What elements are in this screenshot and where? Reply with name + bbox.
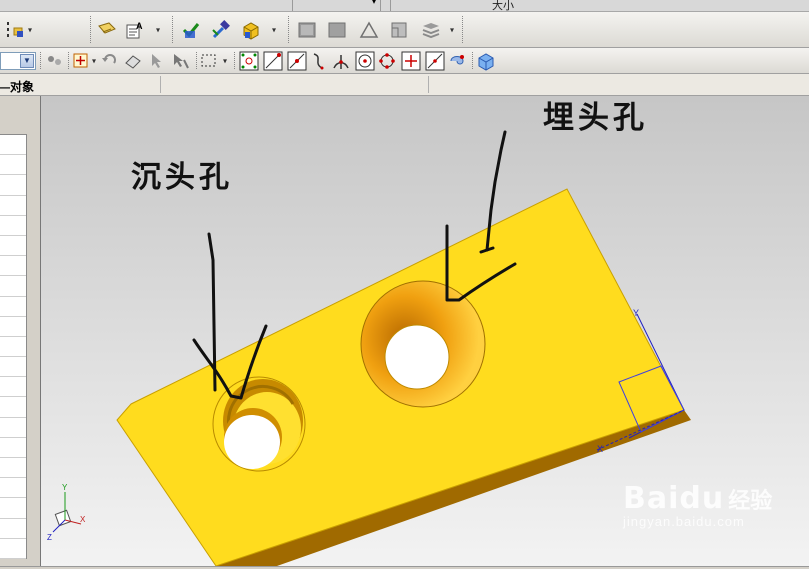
type-filter-select[interactable]: ▼ bbox=[0, 52, 36, 70]
tangent-icon[interactable] bbox=[424, 50, 446, 72]
note-icon[interactable] bbox=[96, 19, 118, 41]
chevron-down-icon[interactable]: ▾ bbox=[28, 25, 32, 34]
line-point-icon[interactable] bbox=[286, 50, 308, 72]
hidden-line-icon[interactable] bbox=[388, 19, 410, 41]
intersection-icon[interactable] bbox=[330, 50, 352, 72]
list-item[interactable] bbox=[0, 236, 26, 257]
svg-text:Y: Y bbox=[633, 308, 639, 318]
list-item[interactable] bbox=[0, 175, 26, 196]
chevron-down-icon[interactable]: ▾ bbox=[156, 25, 160, 34]
list-item[interactable] bbox=[0, 216, 26, 236]
triangle-icon[interactable] bbox=[358, 19, 380, 41]
cross-icon[interactable] bbox=[400, 50, 422, 72]
hammer-icon[interactable] bbox=[210, 19, 232, 41]
svg-text:Z: Z bbox=[47, 533, 52, 542]
select-filter-icon[interactable] bbox=[44, 50, 66, 72]
undo-icon[interactable] bbox=[98, 50, 120, 72]
selection-label: —对象 bbox=[0, 80, 35, 94]
baidu-watermark: Baidu 经验 jingyan.baidu.com bbox=[623, 481, 803, 551]
baidu-brand: 经验 bbox=[728, 488, 773, 513]
toolbar-separator bbox=[472, 52, 473, 69]
toolbar-separator bbox=[40, 52, 41, 69]
chevron-down-icon[interactable]: ▾ bbox=[92, 56, 96, 65]
shaded-view-2-icon[interactable] bbox=[326, 19, 348, 41]
check-blue-icon[interactable] bbox=[180, 19, 202, 41]
list-item[interactable] bbox=[0, 478, 26, 499]
toolbar-separator bbox=[462, 16, 463, 43]
list-item[interactable] bbox=[0, 458, 26, 479]
toolbar-separator bbox=[288, 16, 289, 43]
list-item[interactable] bbox=[0, 297, 26, 317]
main-toolbar: ▾ A ▾ ▾ ▾ bbox=[0, 12, 809, 48]
pole-icon[interactable] bbox=[446, 50, 468, 72]
list-item[interactable] bbox=[0, 135, 26, 156]
toolbar-separator bbox=[196, 52, 197, 69]
navigator-panel bbox=[0, 96, 40, 569]
eraser-icon[interactable] bbox=[122, 50, 144, 72]
top-strip: ▾ 大小 bbox=[0, 0, 809, 12]
toolbar-separator bbox=[172, 16, 173, 43]
baidu-url: jingyan.baidu.com bbox=[623, 514, 745, 529]
list-item[interactable] bbox=[0, 256, 26, 277]
chevron-down-icon[interactable]: ▾ bbox=[223, 56, 227, 65]
list-item[interactable] bbox=[0, 317, 26, 337]
curve-icon[interactable] bbox=[308, 50, 330, 72]
baidu-logo: Baidu bbox=[623, 481, 725, 516]
layers-stack-icon[interactable] bbox=[420, 19, 442, 41]
navigator-list[interactable] bbox=[0, 134, 27, 559]
selection-bar: —对象 bbox=[0, 74, 809, 96]
list-item[interactable] bbox=[0, 418, 26, 438]
list-item[interactable] bbox=[0, 539, 26, 559]
svg-text:Y: Y bbox=[62, 483, 68, 492]
layer-icon[interactable] bbox=[4, 19, 26, 41]
annotation-countersink-label: 埋头孔 bbox=[543, 100, 648, 136]
select-box-icon[interactable] bbox=[198, 50, 220, 72]
top-strip-cell bbox=[381, 0, 391, 11]
cube-yellow-icon[interactable] bbox=[240, 19, 262, 41]
arc-center-icon[interactable] bbox=[354, 50, 376, 72]
svg-text:X: X bbox=[80, 515, 86, 524]
graphics-viewport[interactable]: Y X Y X Z 沉头孔 埋头孔 Baidu 经验 jingyan.baidu… bbox=[40, 96, 809, 566]
selection-bar-divider bbox=[428, 76, 429, 93]
svg-text:A: A bbox=[136, 21, 143, 31]
toolbar-separator bbox=[68, 52, 69, 69]
list-item[interactable] bbox=[0, 377, 26, 398]
top-strip-cell bbox=[0, 0, 293, 11]
toolbar-separator bbox=[90, 16, 91, 43]
list-item[interactable] bbox=[0, 519, 26, 539]
mid-point-icon[interactable] bbox=[262, 50, 284, 72]
annotation-counterbore-label: 沉头孔 bbox=[131, 160, 233, 195]
countersink-hole[interactable] bbox=[360, 280, 486, 408]
view-cube-icon[interactable] bbox=[475, 50, 497, 72]
list-item[interactable] bbox=[0, 276, 26, 297]
shaded-view-icon[interactable] bbox=[296, 19, 318, 41]
list-item[interactable] bbox=[0, 438, 26, 458]
top-strip-cell[interactable]: ▾ bbox=[293, 0, 381, 11]
end-point-icon[interactable] bbox=[238, 50, 260, 72]
pointer-icon[interactable] bbox=[170, 50, 192, 72]
chevron-down-icon[interactable]: ▾ bbox=[272, 25, 276, 34]
text-style-icon[interactable]: A bbox=[124, 19, 146, 41]
chevron-down-icon[interactable]: ▼ bbox=[20, 54, 34, 68]
snap-point-icon[interactable] bbox=[70, 50, 92, 72]
pointer-icon[interactable] bbox=[146, 50, 168, 72]
quadrant-icon[interactable] bbox=[376, 50, 398, 72]
view-triad: Y X Z bbox=[47, 483, 86, 542]
list-item[interactable] bbox=[0, 397, 26, 418]
list-item[interactable] bbox=[0, 196, 26, 216]
list-item[interactable] bbox=[0, 155, 26, 176]
list-item[interactable] bbox=[0, 498, 26, 519]
toolbar-separator bbox=[234, 52, 235, 69]
list-item[interactable] bbox=[0, 337, 26, 358]
svg-text:X: X bbox=[597, 444, 603, 454]
chevron-down-icon[interactable]: ▾ bbox=[450, 25, 454, 34]
selection-bar-divider bbox=[160, 76, 161, 93]
selection-toolbar: ▼ ▾ ▾ bbox=[0, 48, 809, 74]
list-item[interactable] bbox=[0, 357, 26, 378]
